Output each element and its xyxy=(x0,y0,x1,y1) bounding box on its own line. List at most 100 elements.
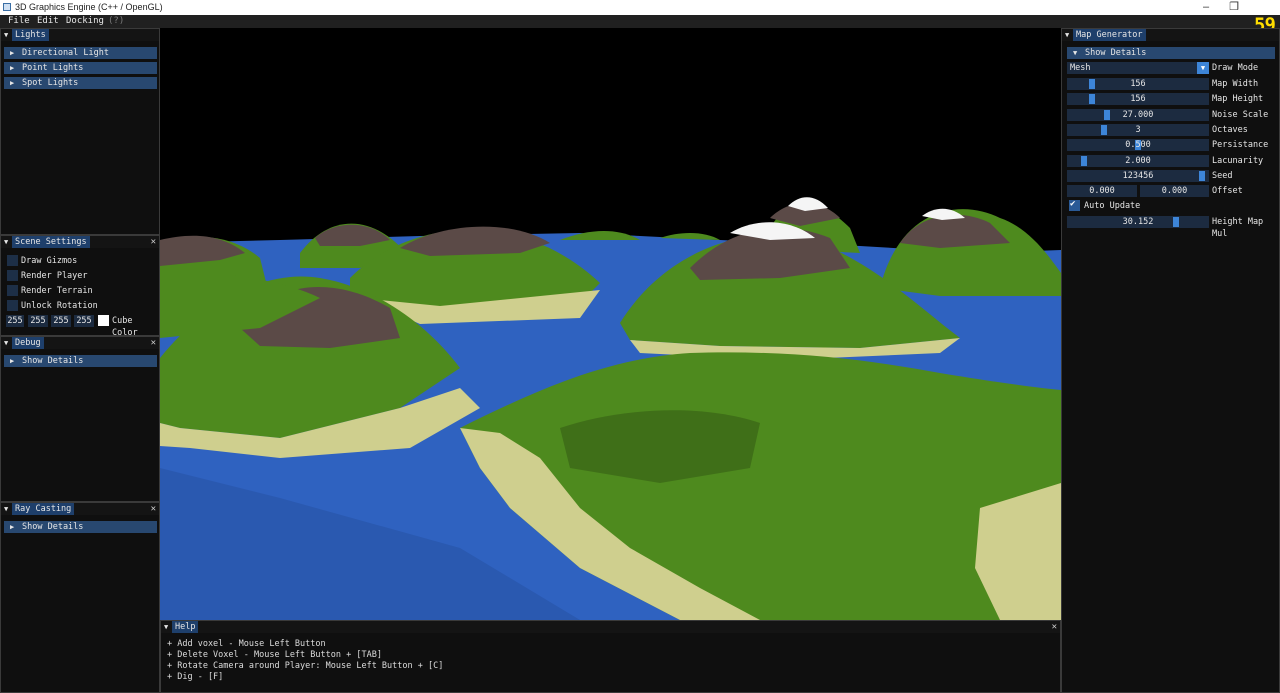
spot-lights-label: Spot Lights xyxy=(22,78,79,88)
map-generator-header[interactable]: ▼ Map Generator xyxy=(1062,29,1279,41)
debug-show-details-label: Show Details xyxy=(22,356,84,366)
collapse-icon[interactable]: ▼ xyxy=(4,238,8,246)
slider-grab[interactable] xyxy=(1101,125,1107,135)
spot-lights-header[interactable]: ▶ Spot Lights xyxy=(4,77,157,89)
slider-grab[interactable] xyxy=(1104,110,1110,120)
auto-update-checkbox[interactable] xyxy=(1069,199,1080,211)
param-value: 3 xyxy=(1135,125,1141,135)
debug-panel-title: Debug xyxy=(12,337,44,349)
offset-x-field[interactable]: 0.000 xyxy=(1067,185,1137,197)
point-lights-header[interactable]: ▶ Point Lights xyxy=(4,62,157,74)
render-player-checkbox[interactable] xyxy=(7,270,18,281)
collapse-icon[interactable]: ▼ xyxy=(4,505,8,513)
collapse-icon[interactable]: ▼ xyxy=(164,623,168,631)
unlock-rotation-checkbox[interactable] xyxy=(7,300,18,311)
slider-grab[interactable] xyxy=(1081,156,1087,166)
param-value: 2.000 xyxy=(1125,156,1151,166)
expand-arrow-icon: ▶ xyxy=(10,523,15,531)
param-slider[interactable]: 156 xyxy=(1067,93,1209,105)
draw-mode-select[interactable]: Mesh xyxy=(1067,62,1209,74)
menu-docking[interactable]: Docking xyxy=(66,16,104,26)
help-panel-header[interactable]: ▼ Help ✕ xyxy=(161,621,1060,633)
help-line: + Rotate Camera around Player: Mouse Lef… xyxy=(167,661,444,671)
app-icon xyxy=(3,3,11,11)
directional-light-header[interactable]: ▶ Directional Light xyxy=(4,47,157,59)
render-player-label: Render Player xyxy=(21,271,88,281)
ray-casting-panel: ▼ Ray Casting ✕ ▶ Show Details xyxy=(0,502,160,693)
height-map-mul-value: 30.152 xyxy=(1122,217,1154,227)
slider-grab[interactable] xyxy=(1199,171,1205,181)
slider-grab[interactable] xyxy=(1089,79,1095,89)
directional-light-label: Directional Light xyxy=(22,48,109,58)
scene-settings-title: Scene Settings xyxy=(12,236,90,248)
cube-color-g-field[interactable]: 255 xyxy=(28,315,48,327)
cube-color-b-field[interactable]: 255 xyxy=(51,315,71,327)
close-icon[interactable]: ✕ xyxy=(1052,621,1057,633)
menu-edit[interactable]: Edit xyxy=(37,16,59,26)
offset-label: Offset xyxy=(1212,186,1243,196)
point-lights-label: Point Lights xyxy=(22,63,84,73)
help-panel-title: Help xyxy=(172,621,199,633)
draw-gizmos-checkbox[interactable] xyxy=(7,255,18,266)
param-value: 123456 xyxy=(1122,171,1154,181)
param-slider[interactable]: 2.000 xyxy=(1067,155,1209,167)
chevron-down-icon[interactable]: ▼ xyxy=(1197,62,1209,74)
close-icon[interactable]: ✕ xyxy=(151,503,156,515)
debug-panel: ▼ Debug ✕ ▶ Show Details xyxy=(0,336,160,502)
window-title: 3D Graphics Engine (C++ / OpenGL) xyxy=(15,2,163,12)
param-slider[interactable]: 3 xyxy=(1067,124,1209,136)
render-terrain-label: Render Terrain xyxy=(21,286,93,296)
offset-y-field[interactable]: 0.000 xyxy=(1140,185,1209,197)
debug-show-details-header[interactable]: ▶ Show Details xyxy=(4,355,157,367)
slider-grab[interactable] xyxy=(1173,217,1179,227)
3d-viewport[interactable] xyxy=(160,28,1061,620)
map-generator-panel: ▼ Map Generator ▼ Show Details Mesh ▼ Dr… xyxy=(1061,28,1280,693)
param-slider[interactable]: 156 xyxy=(1067,78,1209,90)
param-value: 156 xyxy=(1130,79,1146,89)
expand-arrow-icon: ▶ xyxy=(10,64,15,72)
close-icon[interactable]: ✕ xyxy=(151,337,156,349)
param-label: Seed xyxy=(1212,171,1233,181)
expand-arrow-icon: ▶ xyxy=(10,357,15,365)
ray-casting-panel-title: Ray Casting xyxy=(12,503,75,515)
restore-button[interactable]: ❐ xyxy=(1214,0,1254,15)
cube-color-a-field[interactable]: 255 xyxy=(74,315,94,327)
window-titlebar: 3D Graphics Engine (C++ / OpenGL) – ❐ xyxy=(0,0,1280,15)
terrain-render xyxy=(160,28,1061,620)
param-slider[interactable]: 123456 xyxy=(1067,170,1209,182)
collapse-icon[interactable]: ▼ xyxy=(4,31,8,39)
lights-panel: ▼ Lights ▶ Directional Light ▶ Point Lig… xyxy=(0,28,160,235)
lights-panel-header[interactable]: ▼ Lights xyxy=(1,29,159,41)
param-value: 27.000 xyxy=(1122,110,1154,120)
scene-settings-header[interactable]: ▼ Scene Settings ✕ xyxy=(1,236,159,248)
height-map-mul-label: Height Map Mul xyxy=(1212,217,1264,239)
render-terrain-checkbox[interactable] xyxy=(7,285,18,296)
param-label: Map Width xyxy=(1212,79,1259,89)
menu-file[interactable]: File xyxy=(8,16,30,26)
ray-casting-show-details-header[interactable]: ▶ Show Details xyxy=(4,521,157,533)
expand-arrow-icon: ▶ xyxy=(10,79,15,87)
cube-color-label: Cube Color xyxy=(112,316,138,336)
menu-help[interactable]: (?) xyxy=(108,16,124,26)
ray-casting-panel-header[interactable]: ▼ Ray Casting ✕ xyxy=(1,503,159,515)
ray-casting-show-details-label: Show Details xyxy=(22,522,84,532)
map-show-details-header[interactable]: ▼ Show Details xyxy=(1067,47,1275,59)
param-label: Map Height xyxy=(1212,94,1264,104)
collapse-icon[interactable]: ▼ xyxy=(1065,31,1069,39)
help-line: + Add voxel - Mouse Left Button xyxy=(167,639,326,649)
cube-color-swatch[interactable] xyxy=(98,315,109,326)
param-slider[interactable]: 27.000 xyxy=(1067,109,1209,121)
help-line: + Delete Voxel - Mouse Left Button + [TA… xyxy=(167,650,382,660)
param-label: Noise Scale xyxy=(1212,110,1269,120)
auto-update-label: Auto Update xyxy=(1084,201,1141,211)
height-map-mul-slider[interactable]: 30.152 xyxy=(1067,216,1209,228)
map-show-details-label: Show Details xyxy=(1085,48,1147,58)
collapse-icon[interactable]: ▼ xyxy=(4,339,8,347)
draw-mode-label: Draw Mode xyxy=(1212,63,1259,73)
cube-color-r-field[interactable]: 255 xyxy=(6,315,24,327)
close-icon[interactable]: ✕ xyxy=(151,236,156,248)
slider-grab[interactable] xyxy=(1089,94,1095,104)
param-value: 0.500 xyxy=(1125,140,1151,150)
param-slider[interactable]: 0.500 xyxy=(1067,139,1209,151)
debug-panel-header[interactable]: ▼ Debug ✕ xyxy=(1,337,159,349)
